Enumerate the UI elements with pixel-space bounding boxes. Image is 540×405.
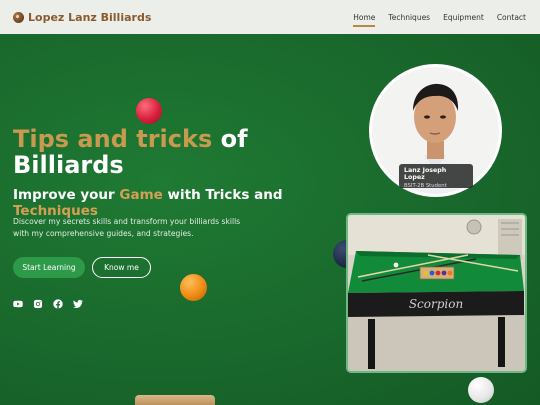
billiard-table-illustration: Scorpion xyxy=(348,215,525,371)
orange-ball-decoration xyxy=(180,274,207,301)
nav-link-contact[interactable]: Contact xyxy=(497,11,526,24)
hero-subtitle-part: Improve your xyxy=(13,187,120,203)
hero-subtitle: Improve your Game with Tricks and Techni… xyxy=(13,187,343,219)
navbar: Lopez Lanz Billiards Home Techniques Equ… xyxy=(0,0,540,34)
nav-links: Home Techniques Equipment Contact xyxy=(353,11,526,27)
social-links xyxy=(13,299,83,309)
billiard-ball-logo-icon xyxy=(13,11,24,23)
instagram-icon[interactable] xyxy=(33,299,43,309)
profile-name: Lanz Joseph Lopez xyxy=(404,167,447,181)
hero-title-accent: Tips and tricks xyxy=(13,125,213,153)
hero-subtitle-accent: Game xyxy=(119,187,163,203)
hero-subtitle-part: with Tricks and xyxy=(162,187,283,203)
profile-role: BSIT-2B Student xyxy=(404,183,447,189)
know-me-button[interactable]: Know me xyxy=(92,257,151,278)
cue-stick-decoration xyxy=(135,395,215,405)
facebook-icon[interactable] xyxy=(53,299,63,309)
red-ball-decoration xyxy=(136,98,162,124)
nav-link-home[interactable]: Home xyxy=(353,11,376,27)
brand[interactable]: Lopez Lanz Billiards xyxy=(13,11,151,24)
twitter-icon[interactable] xyxy=(73,299,83,309)
hero-description: Discover my secrets skills and transform… xyxy=(13,217,241,238)
profile-caption: Lanz Joseph Lopez BSIT-2B Student xyxy=(399,164,473,189)
nav-link-techniques[interactable]: Techniques xyxy=(388,11,430,24)
cue-ball-decoration xyxy=(468,377,494,403)
start-learning-button[interactable]: Start Learning xyxy=(13,257,85,278)
billiard-table-photo: Scorpion xyxy=(346,213,527,373)
nav-link-equipment[interactable]: Equipment xyxy=(443,11,484,24)
hero-title: Tips and tricks of Billiards xyxy=(13,126,313,178)
youtube-icon[interactable] xyxy=(13,299,23,309)
brand-name: Lopez Lanz Billiards xyxy=(28,10,152,24)
svg-text:Scorpion: Scorpion xyxy=(409,297,463,311)
